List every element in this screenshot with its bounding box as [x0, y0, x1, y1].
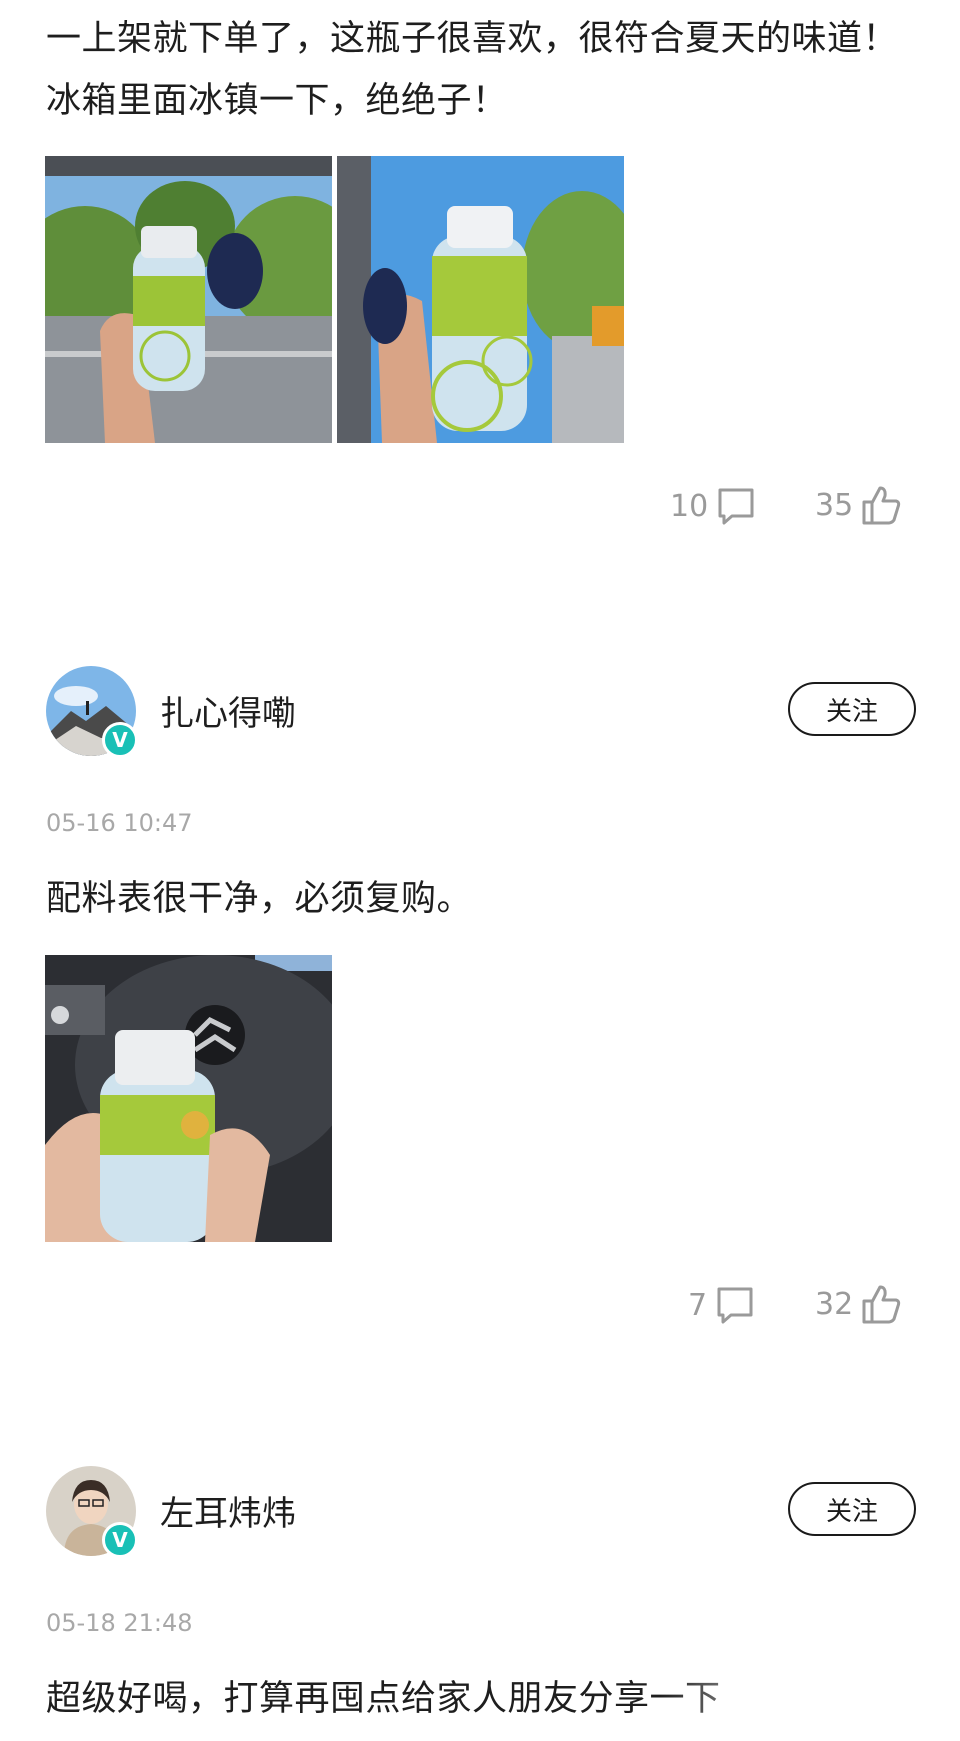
post-photo[interactable] — [45, 955, 332, 1242]
post-text-line: 一上架就下单了，这瓶子很喜欢，很符合夏天的味道！ — [46, 19, 899, 59]
post-text-line: 超级好喝，打算再囤点给家人朋友分享一下 — [46, 1679, 721, 1719]
like-count[interactable]: 32 — [815, 1283, 901, 1325]
like-count[interactable]: 35 — [815, 484, 901, 526]
thumbs-up-icon — [861, 484, 901, 526]
post-timestamp: 05-16 10:47 — [46, 809, 193, 837]
like-count-value: 35 — [815, 487, 854, 523]
verified-badge: V — [102, 1522, 138, 1558]
comment-count-value: 7 — [688, 1287, 708, 1323]
follow-button[interactable]: 关注 — [788, 682, 916, 736]
comment-count-value: 10 — [670, 488, 709, 524]
like-count-value: 32 — [815, 1286, 854, 1322]
comment-icon — [716, 486, 756, 526]
author-row: V 左耳炜炜 关注 — [46, 1466, 916, 1558]
author-name[interactable]: 左耳炜炜 — [160, 1486, 296, 1535]
text-fade-overlay — [660, 1660, 960, 1741]
verified-badge: V — [102, 722, 138, 758]
post-timestamp: 05-18 21:48 — [46, 1609, 193, 1637]
thumbs-up-icon — [861, 1283, 901, 1325]
post-text-line: 配料表很干净，必须复购。 — [46, 879, 473, 919]
post-photo[interactable] — [337, 156, 624, 443]
comment-count[interactable]: 10 — [670, 486, 756, 526]
post-photo[interactable] — [45, 156, 332, 443]
comment-icon — [715, 1285, 755, 1325]
comment-count[interactable]: 7 — [688, 1285, 755, 1325]
follow-button[interactable]: 关注 — [788, 1482, 916, 1536]
post-text-line: 冰箱里面冰镇一下，绝绝子！ — [46, 81, 508, 121]
author-row: V 扎心得嘞 关注 — [46, 666, 916, 758]
author-name[interactable]: 扎心得嘞 — [160, 686, 296, 735]
